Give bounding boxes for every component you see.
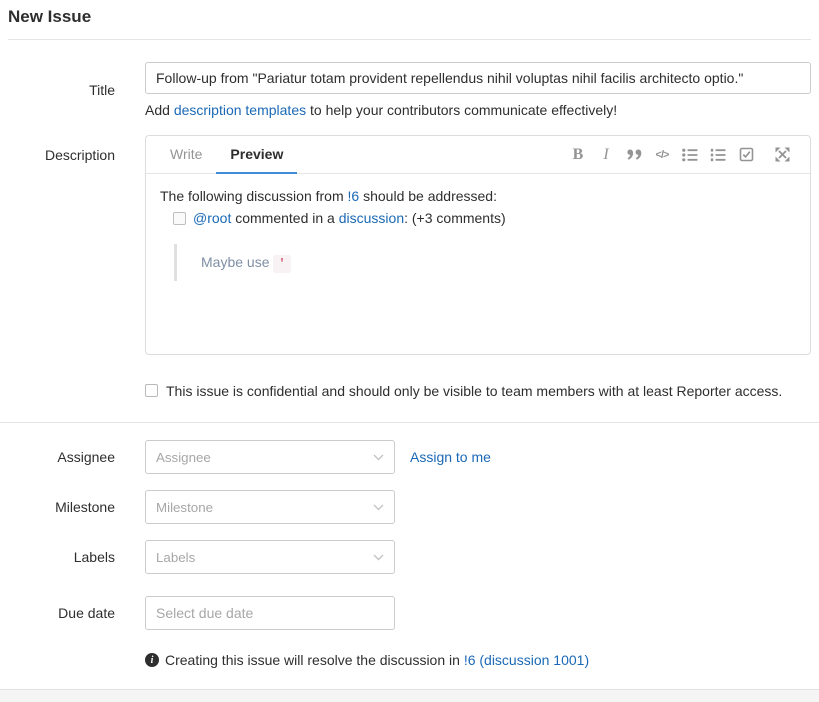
description-row: Description Write Preview B I [8,135,811,355]
task-suffix: : (+3 comments) [404,210,506,226]
chevron-down-icon [373,454,384,461]
confidential-row: This issue is confidential and should on… [8,381,811,402]
milestone-dropdown[interactable]: Milestone [145,490,395,524]
due-date-label: Due date [8,605,115,621]
resolve-note-prefix: Creating this issue will resolve the dis… [165,652,464,668]
task-text: @root commented in a discussion: (+3 com… [193,210,506,226]
chevron-down-icon [373,504,384,511]
tab-preview[interactable]: Preview [216,136,297,174]
title-help-prefix: Add [145,102,174,118]
title-help-suffix: to help your contributors communicate ef… [306,102,617,118]
preview-intro-suffix: should be addressed: [359,188,497,204]
due-date-input[interactable] [145,596,395,630]
section-divider [0,422,819,423]
bold-icon[interactable]: B [566,143,590,167]
description-label: Description [8,135,115,355]
preview-intro: The following discussion from !6 should … [160,188,796,204]
assignee-row: Assignee Assignee Assign to me [8,440,811,474]
discussion-link[interactable]: discussion [339,210,404,226]
due-date-row: Due date [8,596,811,630]
assignee-dropdown[interactable]: Assignee [145,440,395,474]
task-list-icon[interactable] [734,143,758,167]
title-row: Title Add description templates to help … [8,62,811,118]
italic-icon[interactable]: I [594,143,618,167]
labels-dropdown[interactable]: Labels [145,540,395,574]
resolve-note-text: Creating this issue will resolve the dis… [165,652,589,668]
title-input[interactable] [145,62,811,94]
resolve-note-row: i Creating this issue will resolve the d… [8,652,811,668]
labels-dropdown-placeholder: Labels [156,550,373,565]
assignee-dropdown-placeholder: Assignee [156,450,373,465]
quote-icon[interactable] [622,143,646,167]
numbered-list-icon[interactable] [706,143,730,167]
description-templates-link[interactable]: description templates [174,102,306,118]
labels-row: Labels Labels [8,540,811,574]
title-label: Title [8,82,115,98]
new-issue-page: New Issue Title Add description template… [0,0,819,668]
user-link[interactable]: @root [193,210,231,226]
preview-task-list: @root commented in a discussion: (+3 com… [173,210,796,226]
quote-code-span: ' [273,255,290,273]
tab-write[interactable]: Write [156,136,216,174]
form-actions-bar [0,689,819,702]
task-checkbox[interactable] [173,212,186,225]
assignee-label: Assignee [8,449,115,465]
confidential-checkbox[interactable] [145,384,158,397]
fullscreen-icon[interactable] [770,143,794,167]
bullet-list-icon[interactable] [678,143,702,167]
quote-text: Maybe use [201,254,273,270]
markdown-editor-header: Write Preview B I </> [146,136,810,174]
markdown-editor: Write Preview B I </> [145,135,811,355]
resolve-discussion-link[interactable]: !6 (discussion 1001) [464,652,589,668]
milestone-label: Milestone [8,499,115,515]
milestone-row: Milestone Milestone [8,490,811,524]
markdown-toolbar: B I </> [566,136,794,173]
markdown-preview: The following discussion from !6 should … [146,174,810,354]
confidential-label[interactable]: This issue is confidential and should on… [166,381,782,402]
milestone-dropdown-placeholder: Milestone [156,500,373,515]
task-item: @root commented in a discussion: (+3 com… [173,210,796,226]
task-middle: commented in a [231,210,338,226]
assign-to-me-link[interactable]: Assign to me [410,449,491,465]
preview-blockquote: Maybe use ' [174,244,796,281]
title-help-text: Add description templates to help your c… [145,102,811,118]
page-title: New Issue [8,0,811,40]
code-icon[interactable]: </> [650,143,674,167]
info-icon: i [145,653,159,667]
chevron-down-icon [373,554,384,561]
preview-intro-prefix: The following discussion from [160,188,348,204]
merge-request-link[interactable]: !6 [348,188,360,204]
labels-label: Labels [8,549,115,565]
